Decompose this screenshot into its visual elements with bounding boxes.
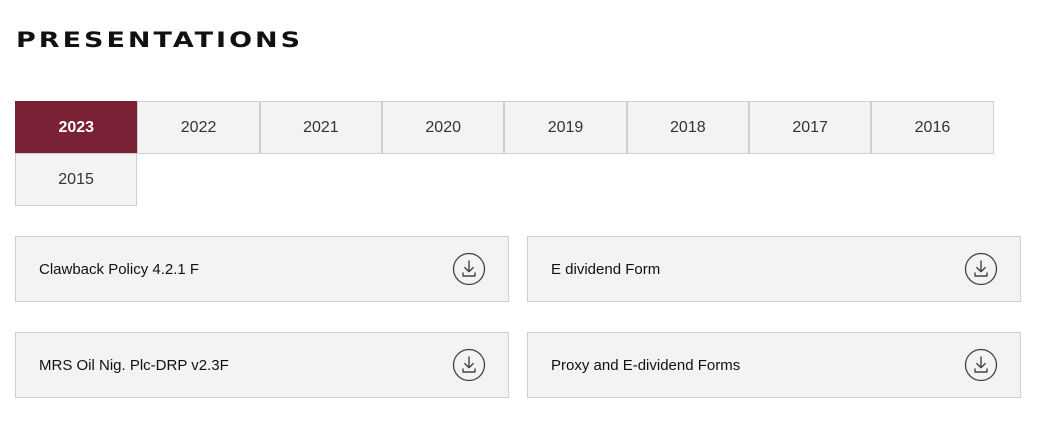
document-card[interactable]: E dividend Form (527, 236, 1021, 302)
download-icon (964, 348, 998, 382)
download-icon (452, 252, 486, 286)
document-title: Proxy and E-dividend Forms (551, 356, 741, 374)
document-title: Clawback Policy 4.2.1 F (39, 260, 200, 278)
tab-2017[interactable]: 2017 (748, 101, 872, 154)
download-button[interactable] (964, 348, 998, 382)
tab-2022[interactable]: 2022 (137, 101, 260, 154)
download-button[interactable] (452, 252, 486, 286)
download-button[interactable] (964, 252, 998, 286)
tab-2018[interactable]: 2018 (626, 101, 750, 154)
page-title: PRESENTATIONS (16, 28, 304, 53)
document-list: Clawback Policy 4.2.1 F E dividend Form … (15, 236, 1021, 398)
download-icon (452, 348, 486, 382)
document-card[interactable]: MRS Oil Nig. Plc-DRP v2.3F (15, 332, 509, 398)
document-title: MRS Oil Nig. Plc-DRP v2.3F (39, 356, 229, 374)
document-card[interactable]: Clawback Policy 4.2.1 F (15, 236, 509, 302)
download-button[interactable] (452, 348, 486, 382)
tab-2023[interactable]: 2023 (15, 101, 138, 154)
tab-2021[interactable]: 2021 (259, 101, 383, 154)
tab-2016[interactable]: 2016 (871, 101, 994, 154)
tab-2019[interactable]: 2019 (504, 101, 627, 154)
tab-2020[interactable]: 2020 (381, 101, 505, 154)
document-card[interactable]: Proxy and E-dividend Forms (527, 332, 1021, 398)
year-tabs: 2023 2022 2021 2020 2019 2018 2017 2016 … (14, 101, 1005, 206)
tab-2015[interactable]: 2015 (14, 153, 138, 206)
document-title: E dividend Form (551, 260, 661, 278)
download-icon (964, 252, 998, 286)
